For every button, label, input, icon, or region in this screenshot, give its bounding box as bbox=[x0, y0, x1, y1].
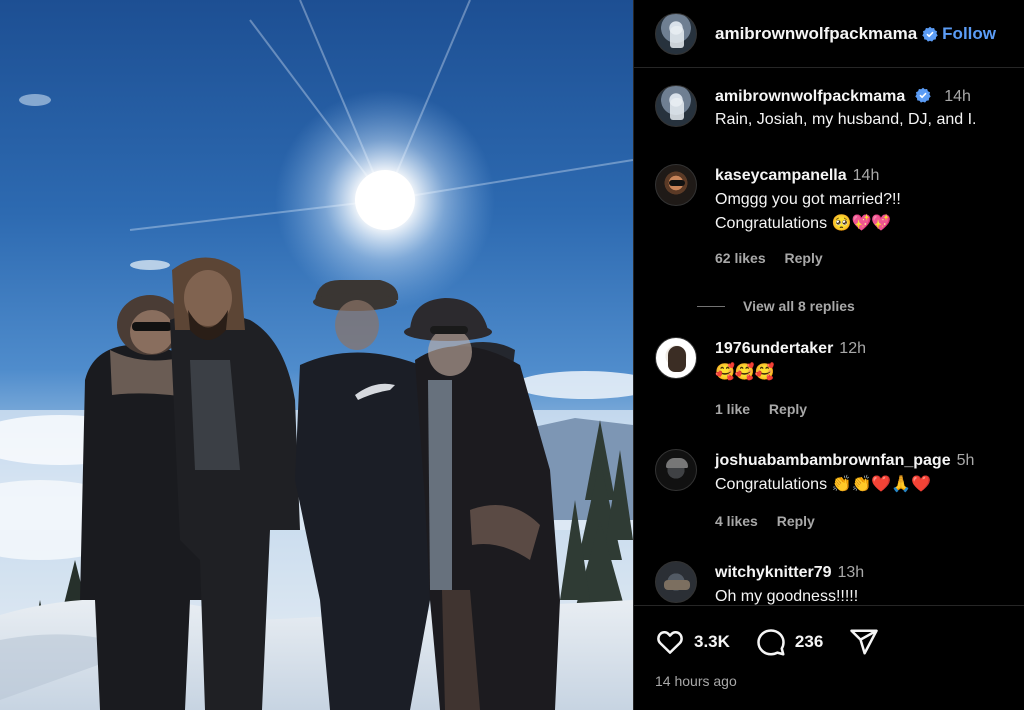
verified-badge-icon bbox=[915, 87, 931, 103]
comment-item: 1976undertaker 12h 🥰🥰🥰 1 like Reply bbox=[655, 337, 1020, 421]
commenter-avatar[interactable] bbox=[655, 337, 697, 379]
action-bar: 3.3K 236 bbox=[655, 625, 1024, 659]
comment-meta: 62 likes Reply bbox=[715, 246, 901, 270]
comment-meta: 4 likes Reply bbox=[715, 509, 974, 533]
comments-list[interactable]: amibrownwolfpackmama 14h Rain, Josiah, m… bbox=[634, 69, 1024, 605]
comment-text-line: Congratulations 🥺💖💖 bbox=[715, 215, 892, 232]
comment-likes[interactable]: 62 likes bbox=[715, 250, 766, 266]
comment-item: joshuabambambrownfan_page 5h Congratulati… bbox=[655, 449, 1020, 533]
instagram-post-view: amibrownwolfpackmama Follow amibrownwolf… bbox=[0, 0, 1024, 710]
comment-likes[interactable]: 4 likes bbox=[715, 513, 758, 529]
comment-meta: 1 like Reply bbox=[715, 397, 866, 421]
author-avatar[interactable] bbox=[655, 12, 697, 55]
post-timestamp: 14 hours ago bbox=[655, 673, 737, 689]
comment-bubble-icon[interactable] bbox=[756, 627, 786, 657]
caption-text: Rain, Josiah, my husband, DJ, and I. bbox=[715, 111, 977, 128]
post-side-panel: amibrownwolfpackmama Follow amibrownwolf… bbox=[633, 0, 1024, 710]
follow-button[interactable]: Follow bbox=[942, 24, 996, 44]
caption-author[interactable]: amibrownwolfpackmama bbox=[715, 88, 905, 105]
commenter-avatar[interactable] bbox=[655, 561, 697, 603]
commenter-username[interactable]: witchyknitter79 bbox=[715, 564, 831, 581]
photo-illustration bbox=[0, 0, 633, 710]
post-header: amibrownwolfpackmama Follow bbox=[634, 0, 1024, 68]
reply-button[interactable]: Reply bbox=[769, 401, 807, 417]
comment-time: 5h bbox=[956, 452, 975, 469]
comment-time: 13h bbox=[837, 564, 865, 581]
commenter-avatar[interactable] bbox=[655, 164, 697, 206]
paper-plane-icon[interactable] bbox=[849, 627, 879, 657]
reply-button[interactable]: Reply bbox=[777, 513, 815, 529]
commenter-username[interactable]: kaseycampanella bbox=[715, 167, 847, 184]
commenter-username[interactable]: 1976undertaker bbox=[715, 340, 833, 357]
replies-divider bbox=[697, 305, 725, 307]
post-photo[interactable] bbox=[0, 0, 633, 710]
caption-time: 14h bbox=[944, 88, 971, 105]
post-actions: 3.3K 236 14 hours ago bbox=[634, 605, 1024, 710]
comment-text-line: 🥰🥰🥰 bbox=[715, 364, 775, 381]
comment-count[interactable]: 236 bbox=[795, 632, 823, 652]
like-count[interactable]: 3.3K bbox=[694, 632, 730, 652]
author-username[interactable]: amibrownwolfpackmama bbox=[715, 24, 917, 44]
comment-text-line: Omggg you got married?!! bbox=[715, 191, 901, 208]
commenter-username[interactable]: joshuabambambrownfan_page bbox=[715, 452, 951, 469]
comment-text-line: Oh my goodness!!!!! bbox=[715, 588, 859, 605]
heart-icon[interactable] bbox=[655, 627, 685, 657]
comment-time: 14h bbox=[852, 167, 880, 184]
commenter-avatar[interactable] bbox=[655, 449, 697, 491]
comment-text-line: Congratulations 👏👏❤️🙏❤️ bbox=[715, 476, 932, 493]
verified-badge-icon bbox=[922, 26, 938, 42]
view-replies-button[interactable]: View all 8 replies bbox=[697, 294, 901, 318]
comment-item: kaseycampanella 14h Omggg you got married… bbox=[655, 164, 1020, 318]
comment-likes[interactable]: 1 like bbox=[715, 401, 750, 417]
comment-time: 12h bbox=[839, 340, 866, 357]
reply-button[interactable]: Reply bbox=[785, 250, 823, 266]
caption: amibrownwolfpackmama 14h Rain, Josiah, m… bbox=[655, 85, 1020, 131]
caption-avatar[interactable] bbox=[655, 85, 697, 127]
comment-item: witchyknitter79 13h Oh my goodness!!!!! bbox=[655, 561, 1020, 605]
view-replies-label: View all 8 replies bbox=[743, 298, 855, 314]
